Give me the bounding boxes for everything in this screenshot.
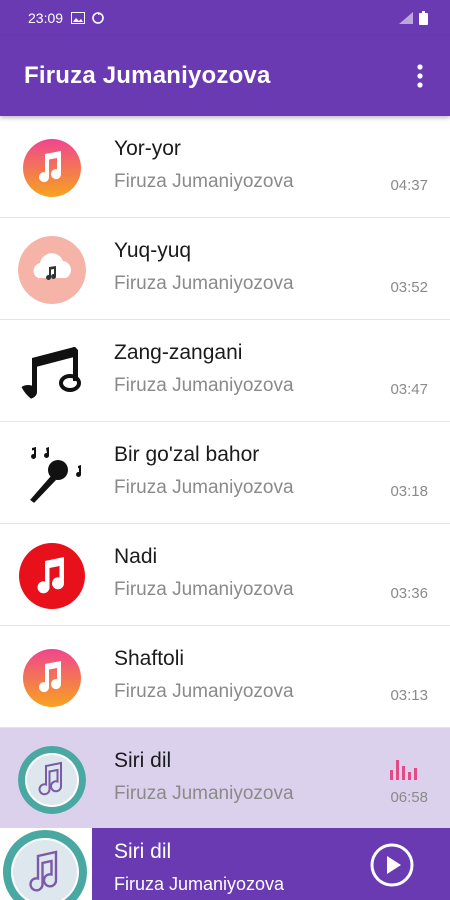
track-row[interactable]: Yor-yor Firuza Jumaniyozova 04:37: [0, 116, 450, 218]
track-duration: 03:47: [390, 381, 428, 398]
track-title: Shaftoli: [114, 647, 185, 670]
track-artist: Firuza Jumaniyozova: [114, 477, 294, 498]
track-row[interactable]: Yuq-yuq Firuza Jumaniyozova 03:52: [0, 218, 450, 320]
track-artist: Firuza Jumaniyozova: [114, 171, 294, 192]
signal-icon: [399, 12, 413, 24]
status-bar: 23:09: [0, 0, 450, 36]
now-playing-artist: Firuza Jumaniyozova: [114, 874, 285, 894]
overflow-menu-button[interactable]: [410, 56, 430, 96]
music-note-teal-icon: [18, 746, 86, 814]
music-note-red-icon: [18, 542, 86, 610]
track-artist: Firuza Jumaniyozova: [114, 273, 294, 294]
cloud-music-icon: [18, 236, 86, 304]
microphone-icon: [18, 440, 86, 508]
track-artist: Firuza Jumaniyozova: [114, 375, 294, 396]
track-row[interactable]: Shaftoli Firuza Jumaniyozova 03:13: [0, 626, 450, 728]
track-title: Nadi: [114, 545, 158, 568]
track-title: Bir go'zal bahor: [114, 443, 260, 466]
track-row-playing[interactable]: Siri dil Firuza Jumaniyozova 06:58: [0, 728, 450, 830]
play-button[interactable]: [369, 842, 415, 888]
track-duration: 04:37: [390, 177, 428, 194]
track-artist: Firuza Jumaniyozova: [114, 681, 294, 702]
track-duration: 06:58: [390, 789, 428, 806]
equalizer-icon: [390, 758, 418, 780]
track-artist: Firuza Jumaniyozova: [114, 783, 294, 804]
track-title: Zang-zangani: [114, 341, 243, 364]
track-title: Yuq-yuq: [114, 239, 192, 262]
music-note-teal-icon: [3, 830, 87, 900]
more-vert-icon: [417, 64, 423, 88]
play-icon: [370, 843, 414, 887]
app-bar: Firuza Jumaniyozova: [0, 36, 450, 116]
track-row[interactable]: Nadi Firuza Jumaniyozova 03:36: [0, 524, 450, 626]
track-duration: 03:18: [390, 483, 428, 500]
now-playing-cover: [0, 828, 92, 900]
beamed-notes-icon: [18, 338, 86, 406]
track-row[interactable]: Bir go'zal bahor Firuza Jumaniyozova 03:…: [0, 422, 450, 524]
music-note-gradient-icon: [18, 134, 86, 202]
now-playing-bar[interactable]: Siri dil Firuza Jumaniyozova: [0, 828, 450, 900]
track-artist: Firuza Jumaniyozova: [114, 579, 294, 600]
track-duration: 03:52: [390, 279, 428, 296]
gallery-icon: [71, 12, 86, 24]
track-duration: 03:13: [390, 687, 428, 704]
music-note-gradient-icon: [18, 644, 86, 712]
track-title: Yor-yor: [114, 137, 181, 160]
battery-icon: [419, 11, 428, 25]
page-title: Firuza Jumaniyozova: [24, 62, 271, 89]
status-time: 23:09: [28, 10, 64, 26]
track-list: Yor-yor Firuza Jumaniyozova 04:37 Yuq-yu…: [0, 116, 450, 830]
sync-icon: [92, 12, 104, 24]
now-playing-title: Siri dil: [114, 840, 172, 863]
track-duration: 03:36: [390, 585, 428, 602]
track-row[interactable]: Zang-zangani Firuza Jumaniyozova 03:47: [0, 320, 450, 422]
track-title: Siri dil: [114, 749, 172, 772]
